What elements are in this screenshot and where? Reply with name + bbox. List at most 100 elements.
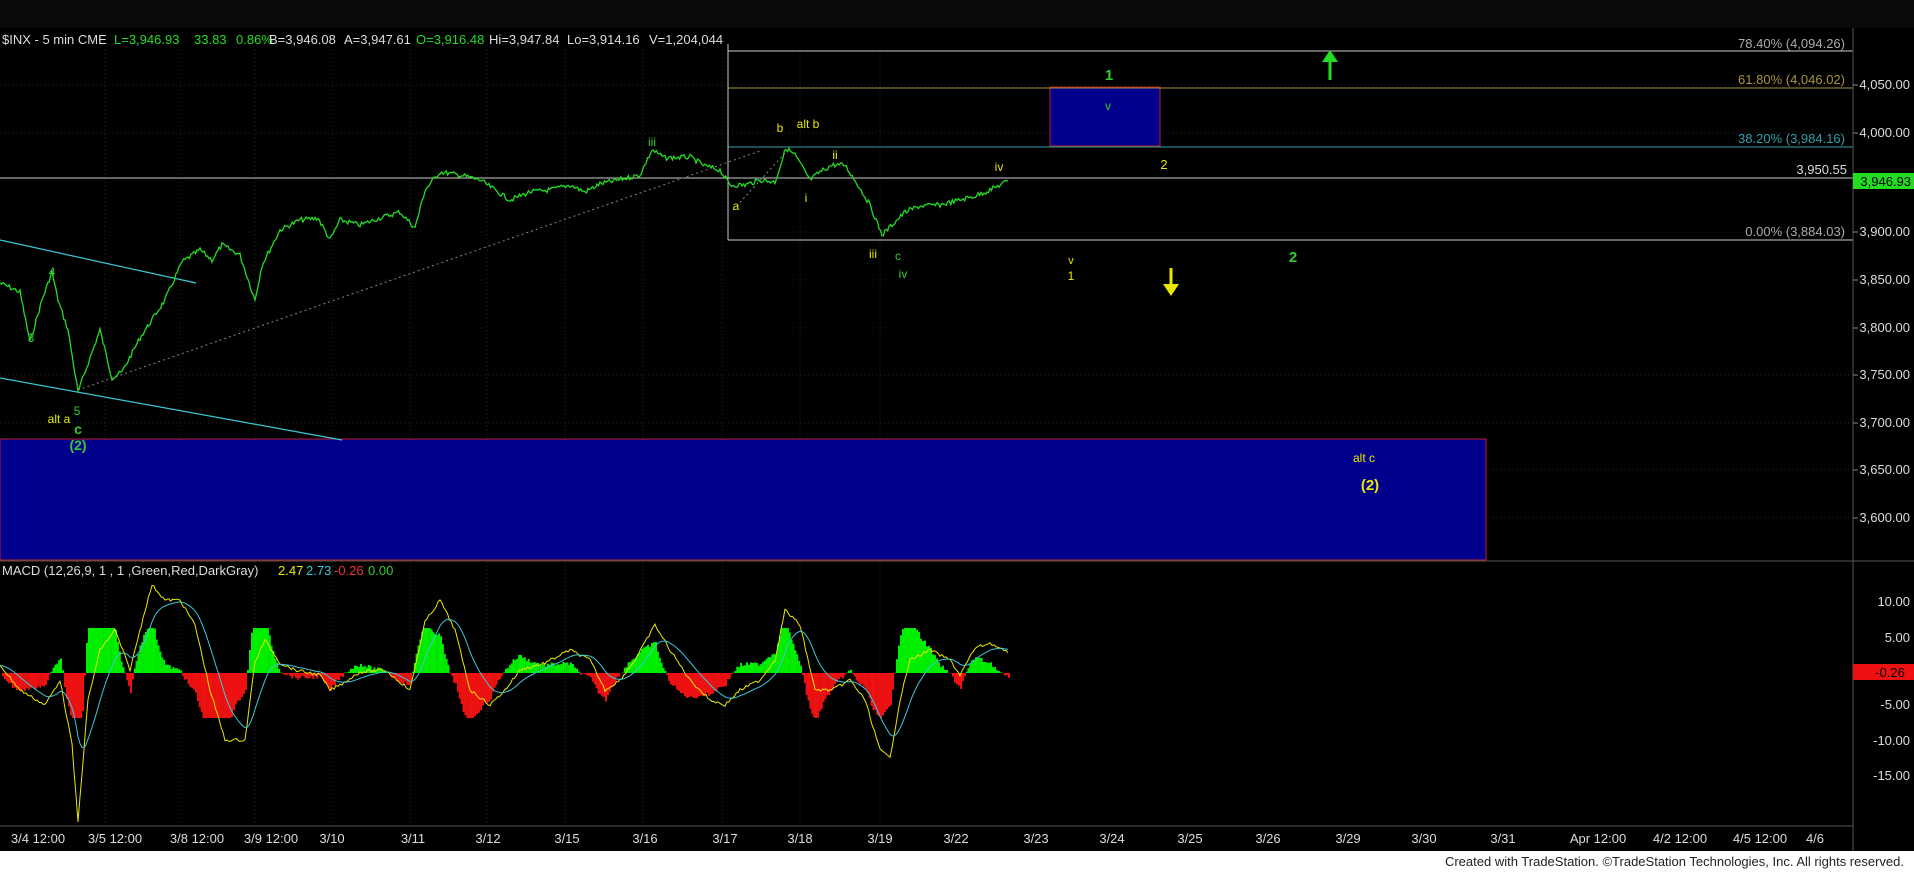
date-tick-label: 3/11 xyxy=(401,831,425,846)
macd-hist-bar xyxy=(25,673,28,689)
macd-hist-bar xyxy=(350,668,352,674)
macd-hist-bar xyxy=(560,663,563,674)
macd-hist-bar xyxy=(208,673,211,718)
macd-hist-bar xyxy=(336,673,338,680)
macd-hist-bar xyxy=(816,673,819,718)
low-label: Lo=3,914.16 xyxy=(567,32,640,47)
macd-hist-bar xyxy=(430,629,433,674)
macd-hist-bar xyxy=(131,673,134,680)
macd-hist-bar xyxy=(449,673,452,674)
macd-hist-bar xyxy=(501,673,504,676)
macd-hist-bar xyxy=(464,673,467,715)
macd-hist-bar xyxy=(742,665,744,674)
macd-hist-bar xyxy=(193,673,196,690)
macd-hist-bar xyxy=(52,667,55,674)
macd-hist-bar xyxy=(912,628,914,673)
date-tick-label: 3/8 12:00 xyxy=(170,831,224,846)
macd-hist-bar xyxy=(838,673,840,679)
last-price-badge: 3,946.93 xyxy=(1853,173,1914,189)
wave-label: v xyxy=(1068,255,1074,267)
macd-hist-bar xyxy=(50,671,53,674)
macd-hist-bar xyxy=(783,628,785,673)
price-tick-label: 3,750.00 xyxy=(1859,367,1910,382)
macd-hist-bar xyxy=(334,673,336,686)
price-tick-label: 3,900.00 xyxy=(1859,224,1910,239)
wave-label: (2) xyxy=(69,437,86,453)
macd-hist-bar xyxy=(832,673,834,689)
macd-hist-bar xyxy=(227,673,229,718)
macd-hist-bar xyxy=(488,673,490,702)
macd-hist-bar xyxy=(33,673,36,689)
macd-hist-bar xyxy=(723,673,726,687)
macd-hist-bar xyxy=(460,673,463,704)
wave-label: i xyxy=(805,191,808,205)
macd-hist-bar xyxy=(187,673,190,684)
macd-hist-bar xyxy=(807,673,810,701)
macd-hist-bar xyxy=(647,644,649,673)
macd-hist-bar xyxy=(658,657,661,673)
macd-hist-bar xyxy=(886,673,888,710)
macd-hist-bar xyxy=(853,673,856,677)
macd-hist-bar xyxy=(631,659,634,674)
macd-hist-bar xyxy=(78,673,80,718)
macd-hist-bar xyxy=(521,657,524,673)
macd-hist-bar xyxy=(508,665,511,673)
macd-hist-bar xyxy=(447,665,450,674)
price-tick-label: 3,650.00 xyxy=(1859,462,1910,477)
macd-hist-bar xyxy=(890,673,892,706)
macd-hist-bar xyxy=(558,664,561,673)
macd-hist-bar xyxy=(100,628,102,673)
macd-hist-bar xyxy=(872,673,875,710)
macd-hist-bar xyxy=(998,671,1000,674)
macd-hist-bar xyxy=(924,640,926,674)
macd-hist-bar xyxy=(554,665,557,674)
fib-618-text: 61.80% (4,046.02) xyxy=(1738,72,1845,87)
macd-hist-bar xyxy=(844,673,846,675)
macd-hist-bar xyxy=(855,673,858,681)
macd-hist-bar xyxy=(711,673,714,694)
macd-tick-label: -5.00 xyxy=(1880,697,1910,712)
macd-hist-bar xyxy=(878,673,881,717)
macd-hist-bar xyxy=(910,628,912,673)
macd-hist-bar xyxy=(166,664,169,674)
macd-hist-bar xyxy=(505,668,507,674)
macd-hist-bar xyxy=(434,634,437,673)
macd-hist-bar xyxy=(295,673,297,678)
macd-hist-bar xyxy=(441,644,444,674)
support-target-box xyxy=(0,438,1487,561)
macd-hist-bar xyxy=(480,673,482,711)
macd-hist-bar xyxy=(721,673,724,687)
macd-hist-bar xyxy=(152,628,154,673)
macd-hist-bar xyxy=(348,671,350,674)
macd-hist-bar xyxy=(734,670,737,674)
volume-label: V=1,204,044 xyxy=(649,32,723,47)
macd-hist-bar xyxy=(48,673,51,675)
macd-hist-bar xyxy=(428,628,431,673)
macd-hist-bar xyxy=(122,667,125,674)
macd-hist-bar xyxy=(1004,673,1006,676)
macd-hist-bar xyxy=(181,673,184,676)
macd-hist-bar xyxy=(128,673,131,686)
macd-hist-bar xyxy=(898,645,900,674)
macd-hist-bar xyxy=(135,660,138,674)
macd-hist-bar xyxy=(710,673,712,695)
wave-label: 1 xyxy=(1068,269,1075,283)
price-tick-label: 4,050.00 xyxy=(1859,77,1910,92)
wave-label: (2) xyxy=(1361,477,1379,494)
date-tick-label: 3/15 xyxy=(554,831,579,846)
fib-0-text: 0.00% (3,884.03) xyxy=(1745,224,1845,239)
macd-hist-bar xyxy=(12,673,14,688)
macd-hist-bar xyxy=(676,673,678,690)
chart-area[interactable]: $INX - 5 min CME L=3,946.93 33.83 0.86% … xyxy=(0,28,1914,851)
date-tick-label: 3/31 xyxy=(1490,831,1515,846)
macd-hist-bar xyxy=(266,628,269,673)
date-tick-label: 3/30 xyxy=(1411,831,1436,846)
macd-hist-bar xyxy=(639,652,641,673)
macd-hist-bar xyxy=(892,673,894,690)
macd-hist-bar xyxy=(157,645,160,674)
wave-label: b xyxy=(777,121,784,135)
wave-label: c xyxy=(895,249,901,263)
macd-hist-bar xyxy=(4,673,6,680)
macd-hist-bar xyxy=(623,667,626,673)
macd-hist-bar xyxy=(241,673,243,697)
